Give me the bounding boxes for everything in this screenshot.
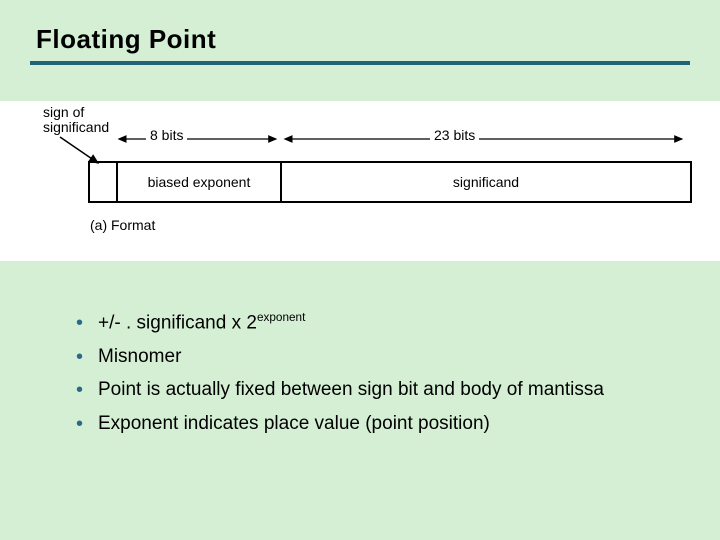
bullet-formula: +/- . significand x 2exponent: [76, 309, 660, 337]
figure-inner: sign of significand: [8, 107, 712, 247]
bullet-fixed-point: Point is actually fixed between sign bit…: [76, 376, 660, 404]
exponent-width-label: 8 bits: [146, 127, 187, 143]
page-title: Floating Point: [36, 24, 690, 55]
bullet-list: +/- . significand x 2exponent Misnomer P…: [76, 309, 690, 438]
exponent-cell: biased exponent: [118, 163, 282, 201]
title-underline: [30, 61, 690, 65]
slide: Floating Point sign of significand: [0, 0, 720, 540]
sign-bit-cell: [90, 163, 118, 201]
bullet-formula-text: +/- . significand x 2: [98, 312, 257, 333]
format-strip: biased exponent significand: [88, 161, 692, 203]
bullet-exponent-place: Exponent indicates place value (point po…: [76, 410, 660, 438]
format-figure: sign of significand: [0, 101, 720, 261]
significand-width-label: 23 bits: [430, 127, 479, 143]
sign-label-line2: significand: [43, 119, 109, 135]
sign-label-line1: sign of: [43, 104, 84, 120]
bit-width-indicators: [116, 127, 686, 155]
bullet-misnomer: Misnomer: [76, 343, 660, 371]
figure-caption: (a) Format: [90, 217, 155, 233]
bit-width-arrows-icon: [116, 127, 686, 155]
significand-cell: significand: [282, 163, 690, 201]
bullet-formula-exponent: exponent: [257, 311, 305, 324]
sign-of-significand-label: sign of significand: [43, 105, 109, 136]
